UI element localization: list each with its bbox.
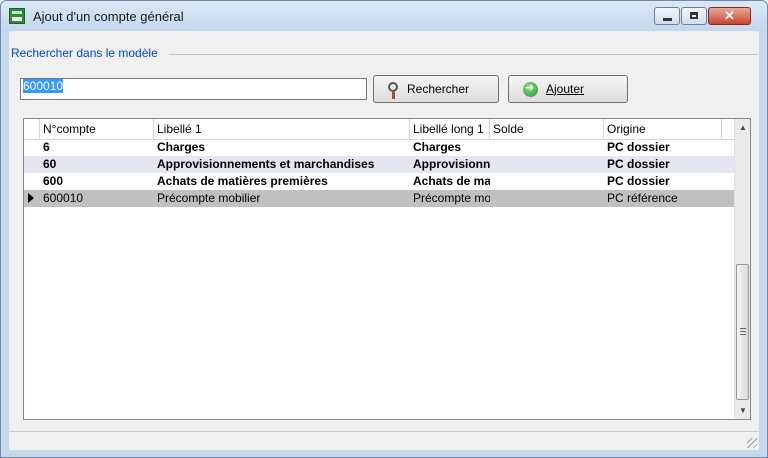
maximize-button[interactable]: [681, 7, 707, 25]
grip-icon: [740, 328, 746, 335]
cell-solde: [490, 156, 604, 173]
title-bar[interactable]: Ajout d'un compte général ✕: [1, 1, 767, 31]
cell-libelle: Précompte mobilier: [157, 191, 261, 205]
app-icon: [9, 8, 25, 24]
add-button[interactable]: Ajouter: [508, 75, 628, 103]
cell-origine: PC dossier: [607, 140, 670, 154]
magnifier-icon: [388, 82, 398, 99]
cell-libelle: Achats de matières premières: [157, 174, 328, 188]
cell-libelle: Charges: [157, 140, 206, 154]
cell-solde: [490, 139, 604, 156]
table-row[interactable]: 600 Achats de matières premières Achats …: [24, 173, 734, 190]
cell-solde: [490, 190, 604, 207]
dialog-client-area: Rechercher dans le modèle 600010 Recherc…: [9, 31, 759, 450]
cell-libelle-long: Approvisionnements et marchandises: [413, 157, 490, 171]
scrollbar-thumb[interactable]: [736, 264, 749, 400]
column-header-libelle[interactable]: Libellé 1: [154, 119, 410, 139]
add-button-label: Ajouter: [546, 82, 585, 96]
close-button[interactable]: ✕: [708, 7, 751, 25]
minimize-icon: [663, 18, 672, 21]
row-pointer-icon: [28, 193, 34, 203]
cell-libelle-long: Charges: [413, 140, 462, 154]
cell-origine: PC dossier: [607, 157, 670, 171]
status-bar: [9, 431, 759, 450]
window-title: Ajout d'un compte général: [33, 9, 184, 24]
table-row[interactable]: 60 Approvisionnements et marchandises Ap…: [24, 156, 734, 173]
search-input-value: 600010: [23, 79, 64, 93]
search-input[interactable]: 600010: [20, 78, 367, 100]
cell-libelle-long: Achats de matières premières: [413, 174, 490, 188]
current-row-indicator: [24, 190, 40, 207]
maximize-icon: [690, 12, 698, 19]
column-header-solde[interactable]: Solde: [490, 119, 604, 139]
search-button[interactable]: Rechercher: [373, 75, 499, 103]
accounts-grid[interactable]: N°compte Libellé 1 Libellé long 1 Solde …: [23, 118, 751, 420]
cell-origine: PC dossier: [607, 174, 670, 188]
cell-libelle-long: Précompte mobilier: [413, 191, 490, 205]
green-arrow-icon: [523, 81, 538, 97]
search-group-label: Rechercher dans le modèle: [11, 46, 164, 60]
search-button-label: Rechercher: [407, 82, 470, 96]
cell-compte: 6: [43, 140, 50, 154]
cell-libelle: Approvisionnements et marchandises: [157, 157, 375, 171]
group-separator: [169, 54, 757, 55]
scroll-up-icon[interactable]: ▲: [735, 119, 751, 136]
cell-origine: PC référence: [607, 191, 678, 205]
cell-compte: 600: [43, 174, 64, 188]
cell-solde: [490, 173, 604, 190]
column-header-origine[interactable]: Origine: [604, 119, 722, 139]
cell-compte: 600010: [43, 191, 84, 205]
cell-compte: 60: [43, 157, 57, 171]
column-header-libelle-long[interactable]: Libellé long 1: [410, 119, 490, 139]
scroll-down-icon[interactable]: ▼: [735, 402, 751, 419]
minimize-button[interactable]: [654, 7, 680, 25]
column-header-compte[interactable]: N°compte: [40, 119, 154, 139]
vertical-scrollbar[interactable]: ▲ ▼: [734, 119, 750, 419]
close-icon: ✕: [724, 8, 735, 23]
resize-grip-icon[interactable]: [747, 438, 757, 448]
table-row-selected[interactable]: 600010 Précompte mobilier Précompte mobi…: [24, 190, 734, 207]
dialog-window: Ajout d'un compte général ✕ Rechercher d…: [0, 0, 768, 458]
row-indicator-header: [24, 119, 40, 139]
table-row[interactable]: 6 Charges Charges PC dossier: [24, 139, 734, 156]
grid-header: N°compte Libellé 1 Libellé long 1 Solde …: [24, 119, 734, 140]
